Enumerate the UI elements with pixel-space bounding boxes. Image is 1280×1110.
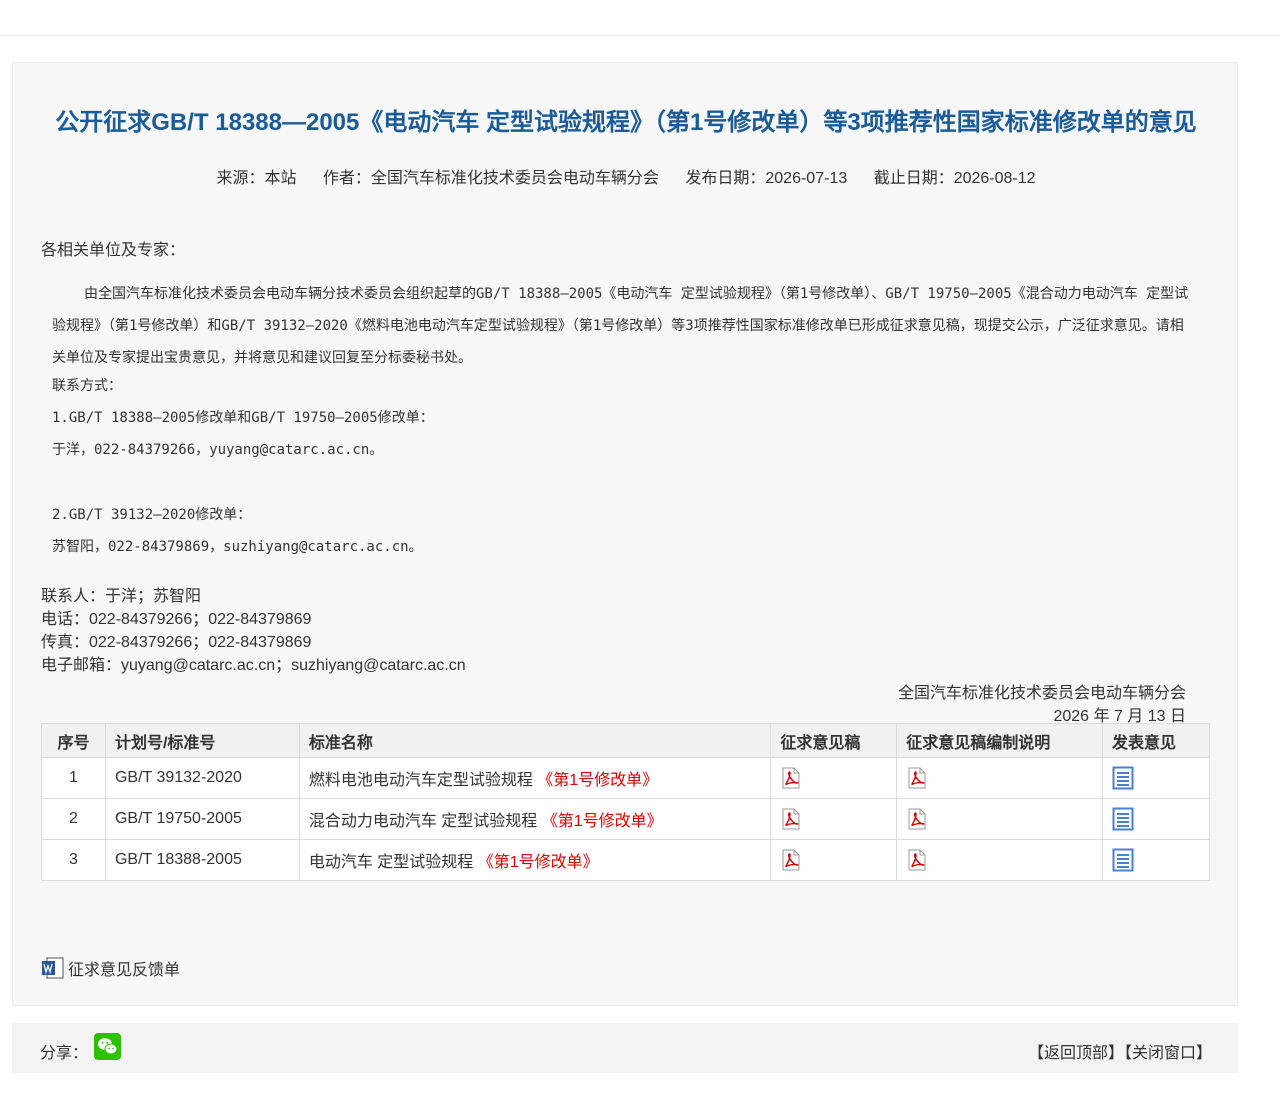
pdf-icon[interactable]	[780, 767, 802, 789]
row-no: 1	[41, 757, 106, 799]
header-explanation: 征求意见稿编制说明	[896, 723, 1104, 758]
contact-heading: 联系方式：	[52, 378, 122, 394]
header-name: 标准名称	[298, 723, 772, 758]
signature-org: 全国汽车标准化技术委员会电动车辆分会	[897, 685, 1186, 702]
feedback-form-label[interactable]: 征求意见反馈单	[68, 956, 180, 980]
share-bar: 分享： 【返回顶部】【关闭窗口】	[12, 1023, 1238, 1073]
contact-2-detail: 苏智阳，022-84379869，suzhiyang@catarc.ac.cn。	[52, 539, 423, 555]
comment-form-icon[interactable]	[1112, 848, 1134, 872]
pdf-icon[interactable]	[780, 808, 802, 830]
row-no: 2	[41, 798, 106, 840]
page-title: 公开征求GB/T 18388—2005《电动汽车 定型试验规程》（第1号修改单）…	[55, 109, 1197, 136]
contact-fax: 传真：022-84379266；022-84379869	[41, 634, 312, 651]
contact-phone: 电话：022-84379266；022-84379869	[41, 611, 312, 628]
meta-source: 来源：本站	[216, 170, 297, 187]
row-explanation	[896, 798, 1104, 840]
row-comment	[1102, 798, 1210, 840]
header-code: 计划号/标准号	[104, 723, 300, 758]
row-explanation	[896, 757, 1104, 799]
row-name-tag: 《第1号修改单》	[541, 813, 663, 830]
meta-deadline: 截止日期：2026-08-12	[873, 170, 1036, 187]
row-name-tag: 《第1号修改单》	[477, 854, 599, 871]
row-draft	[770, 798, 898, 840]
row-draft	[770, 757, 898, 799]
wechat-share-icon[interactable]	[94, 1033, 121, 1060]
header-draft: 征求意见稿	[770, 723, 898, 758]
table-row: 1 GB/T 39132-2020 燃料电池电动汽车定型试验规程 《第1号修改单…	[41, 757, 1210, 799]
table-row: 3 GB/T 18388-2005 电动汽车 定型试验规程 《第1号修改单》	[41, 839, 1210, 881]
word-doc-icon	[42, 957, 64, 979]
contact-1-detail: 于洋，022-84379266，yuyang@catarc.ac.cn。	[52, 442, 384, 458]
salutation: 各相关单位及专家：	[41, 242, 186, 259]
row-comment	[1102, 839, 1210, 881]
table-header-row: 序号 计划号/标准号 标准名称 征求意见稿 征求意见稿编制说明 发表意见	[41, 723, 1210, 758]
row-comment	[1102, 757, 1210, 799]
row-name-text: 电动汽车 定型试验规程	[308, 854, 474, 871]
article-meta: 来源：本站 作者：全国汽车标准化技术委员会电动车辆分会 发布日期：2026-07…	[0, 164, 1252, 188]
comment-form-icon[interactable]	[1112, 766, 1134, 790]
meta-author: 作者：全国汽车标准化技术委员会电动车辆分会	[322, 170, 659, 187]
share-label: 分享：	[40, 1045, 89, 1062]
table-row: 2 GB/T 19750-2005 混合动力电动汽车 定型试验规程 《第1号修改…	[41, 798, 1210, 840]
row-code: GB/T 39132-2020	[104, 757, 300, 799]
row-code: GB/T 18388-2005	[104, 839, 300, 881]
standards-table: 序号 计划号/标准号 标准名称 征求意见稿 征求意见稿编制说明 发表意见 1 G…	[41, 723, 1210, 881]
pdf-icon[interactable]	[906, 808, 928, 830]
row-name: 电动汽车 定型试验规程 《第1号修改单》	[298, 839, 772, 881]
row-no: 3	[41, 839, 106, 881]
header-comment: 发表意见	[1102, 723, 1210, 758]
row-name: 燃料电池电动汽车定型试验规程 《第1号修改单》	[298, 757, 772, 799]
close-window-link[interactable]: 【关闭窗口】	[1124, 1045, 1212, 1062]
row-name-tag: 《第1号修改单》	[537, 772, 659, 789]
row-code: GB/T 19750-2005	[104, 798, 300, 840]
header-no: 序号	[41, 723, 106, 758]
pdf-icon[interactable]	[906, 849, 928, 871]
contact-person: 联系人：于洋；苏智阳	[41, 588, 202, 605]
back-to-top-link[interactable]: 【返回顶部】	[1028, 1045, 1124, 1062]
row-name-text: 混合动力电动汽车 定型试验规程	[308, 813, 538, 830]
meta-publish-date: 发布日期：2026-07-13	[685, 170, 848, 187]
contact-email: 电子邮箱：yuyang@catarc.ac.cn；suzhiyang@catar…	[41, 657, 466, 674]
contact-1-title: 1.GB/T 18388—2005修改单和GB/T 19750—2005修改单：	[52, 410, 434, 426]
top-bar	[0, 0, 1280, 36]
pdf-icon[interactable]	[780, 849, 802, 871]
row-name: 混合动力电动汽车 定型试验规程 《第1号修改单》	[298, 798, 772, 840]
contact-2-title: 2.GB/T 39132—2020修改单：	[52, 507, 252, 523]
row-explanation	[896, 839, 1104, 881]
body-paragraph: 由全国汽车标准化技术委员会电动车辆分技术委员会组织起草的GB/T 18388—2…	[52, 286, 1189, 366]
comment-form-icon[interactable]	[1112, 807, 1134, 831]
row-draft	[770, 839, 898, 881]
page-links: 【返回顶部】【关闭窗口】	[1028, 1039, 1212, 1063]
pdf-icon[interactable]	[906, 767, 928, 789]
feedback-form-link[interactable]: 征求意见反馈单	[41, 956, 180, 980]
row-name-text: 燃料电池电动汽车定型试验规程	[308, 772, 533, 789]
